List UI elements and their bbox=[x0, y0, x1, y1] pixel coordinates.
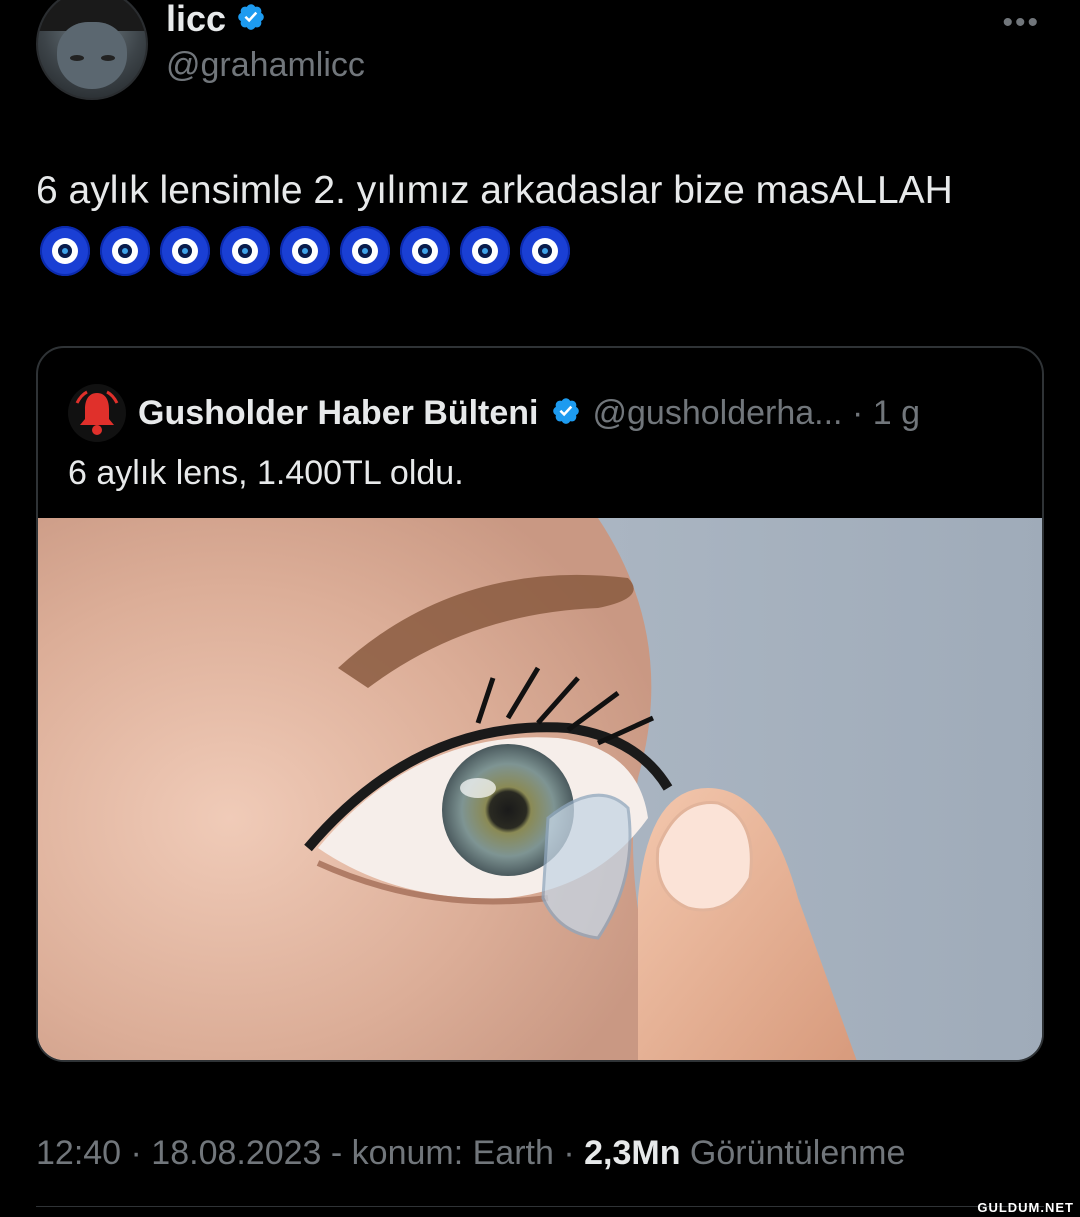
watermark: GULDUM.NET bbox=[977, 1200, 1074, 1215]
tweet-meta: 12:40 · 18.08.2023 - konum: Earth · 2,3M… bbox=[36, 1134, 905, 1173]
verified-badge-icon bbox=[236, 2, 266, 37]
nazar-evil-eye-icon bbox=[280, 226, 330, 276]
nazar-evil-eye-icon bbox=[340, 226, 390, 276]
author-name[interactable]: licc bbox=[166, 0, 226, 40]
verified-badge-icon bbox=[551, 396, 581, 431]
author-handle[interactable]: @grahamlicc bbox=[166, 46, 365, 85]
quoted-handle-time[interactable]: @gusholderha... · 1 g bbox=[593, 394, 920, 433]
timestamp-location[interactable]: 12:40 · 18.08.2023 - konum: Earth · bbox=[36, 1134, 584, 1172]
avatar-face bbox=[57, 22, 127, 90]
emoji-row bbox=[40, 226, 570, 276]
quoted-author-name[interactable]: Gusholder Haber Bülteni bbox=[138, 394, 539, 433]
divider bbox=[36, 1206, 1044, 1207]
nazar-evil-eye-icon bbox=[460, 226, 510, 276]
avatar-eye-left bbox=[70, 54, 85, 61]
nazar-evil-eye-icon bbox=[220, 226, 270, 276]
author-avatar[interactable] bbox=[36, 0, 148, 100]
nazar-evil-eye-icon bbox=[40, 226, 90, 276]
more-options-icon[interactable]: ••• bbox=[1002, 6, 1040, 40]
nazar-evil-eye-icon bbox=[400, 226, 450, 276]
quoted-media-image[interactable] bbox=[38, 518, 1042, 1060]
views-label: Görüntülenme bbox=[680, 1134, 906, 1172]
author-name-row: licc bbox=[166, 0, 266, 40]
quoted-header: Gusholder Haber Bülteni @gusholderha... … bbox=[68, 384, 920, 442]
nazar-evil-eye-icon bbox=[520, 226, 570, 276]
avatar-eye-right bbox=[100, 54, 115, 61]
views-count: 2,3Mn bbox=[584, 1134, 681, 1172]
nazar-evil-eye-icon bbox=[160, 226, 210, 276]
nazar-evil-eye-icon bbox=[100, 226, 150, 276]
quoted-text: 6 aylık lens, 1.400TL oldu. bbox=[68, 454, 464, 492]
bell-icon[interactable] bbox=[68, 384, 126, 442]
tweet-text: 6 aylık lensimle 2. yılımız arkadaslar b… bbox=[36, 169, 953, 212]
quoted-tweet-card[interactable]: Gusholder Haber Bülteni @gusholderha... … bbox=[36, 346, 1044, 1062]
